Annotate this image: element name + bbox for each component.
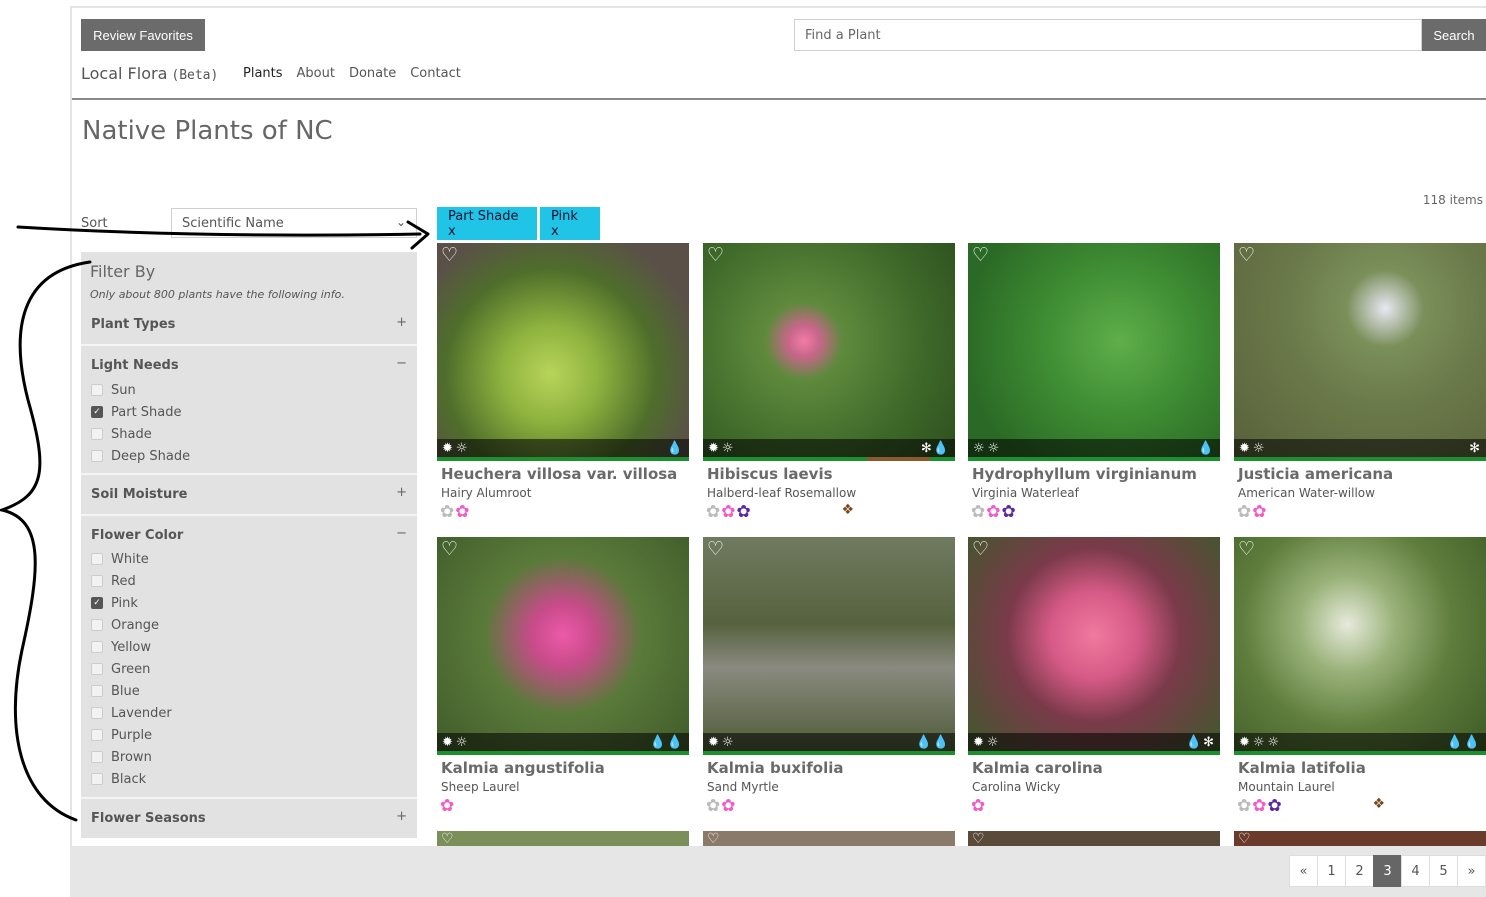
annotation-overlay xyxy=(0,220,430,822)
annotation-brace xyxy=(0,260,92,822)
annotation-arrow xyxy=(16,225,422,237)
app-root: { "header": { "favorites_label": "Review… xyxy=(0,0,1486,897)
